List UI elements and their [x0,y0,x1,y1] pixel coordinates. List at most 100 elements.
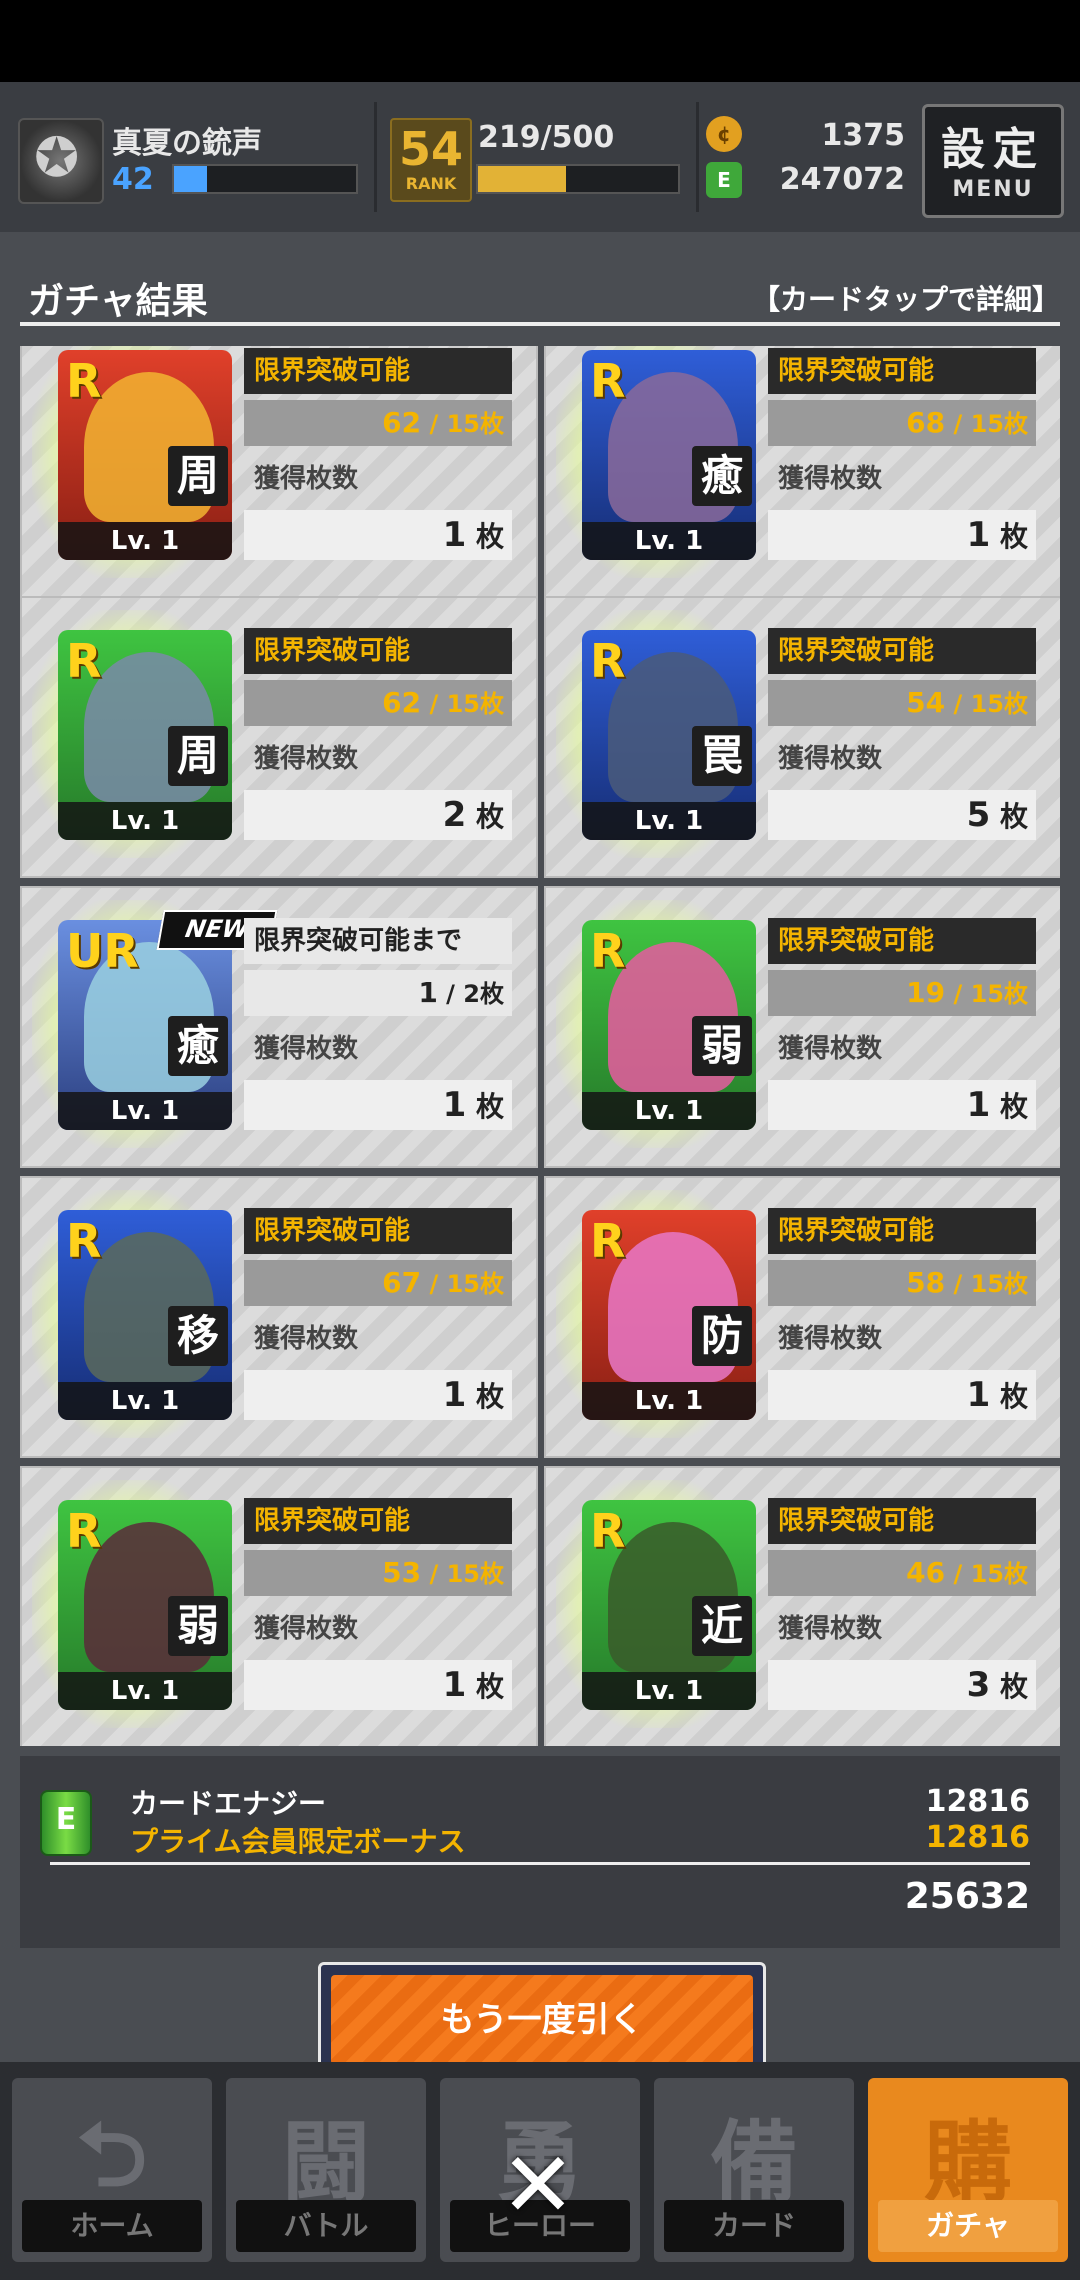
obtained-count: 1 枚 [768,510,1036,560]
card-thumbnail[interactable]: R 癒 Lv. 1 [582,350,756,560]
player-name: 真夏の銃声 [112,126,262,161]
card-thumbnail[interactable]: R 周 Lv. 1 [58,630,232,840]
card-thumbnail[interactable]: UR 癒 Lv. 1 [58,920,232,1130]
card-level: Lv. 1 [582,802,756,840]
obtained-count-label: 獲得枚数 [254,1614,359,1644]
rarity-badge: R [66,634,102,688]
close-icon[interactable]: ✕ [496,2141,580,2231]
limit-break-count: 46 / 15枚 [768,1550,1036,1596]
obtained-count-label: 獲得枚数 [778,1614,883,1644]
energy-count: 247072 [779,162,905,197]
card-thumbnail[interactable]: R 罠 Lv. 1 [582,630,756,840]
player-level: 42 [112,162,154,197]
energy-total: 25632 [904,1876,1030,1917]
nav-tab-card[interactable]: 備 カード [654,2078,854,2262]
obtained-count-label: 獲得枚数 [778,464,883,494]
card-level: Lv. 1 [582,1672,756,1710]
gacha-card[interactable]: R 周 Lv. 1 限界突破可能 62 / 15枚 獲得枚数 1 枚 [20,346,538,598]
title-underline [20,322,1060,326]
obtained-count: 1 枚 [244,1660,512,1710]
gacha-card[interactable]: R 防 Lv. 1 限界突破可能 58 / 15枚 獲得枚数 1 枚 [544,1176,1060,1458]
nav-label: バトル [236,2200,416,2252]
gacha-card[interactable]: R 近 Lv. 1 限界突破可能 46 / 15枚 獲得枚数 3 枚 [544,1466,1060,1746]
card-result-grid: R 周 Lv. 1 限界突破可能 62 / 15枚 獲得枚数 1 枚 R 癒 L… [20,346,1060,1746]
card-level: Lv. 1 [58,1672,232,1710]
gacha-card[interactable]: R 周 Lv. 1 限界突破可能 62 / 15枚 獲得枚数 2 枚 [20,596,538,878]
nav-label: カード [664,2200,844,2252]
obtained-count: 1 枚 [768,1080,1036,1130]
limit-break-count: 68 / 15枚 [768,400,1036,446]
card-level: Lv. 1 [582,1382,756,1420]
prime-bonus-value: 12816 [925,1820,1030,1855]
card-level: Lv. 1 [58,1092,232,1130]
gacha-card[interactable]: R 癒 Lv. 1 限界突破可能 68 / 15枚 獲得枚数 1 枚 [544,346,1060,598]
card-energy-icon [40,1790,92,1856]
limit-break-label: 限界突破可能 [244,1208,512,1254]
card-thumbnail[interactable]: R 周 Lv. 1 [58,350,232,560]
card-level: Lv. 1 [58,1382,232,1420]
energy-icon: E [706,162,742,198]
rank-exp-text: 219/500 [478,120,615,155]
role-badge: 癒 [168,1016,228,1076]
role-badge: 移 [168,1306,228,1366]
limit-break-label: 限界突破可能 [244,348,512,394]
limit-break-count: 1 / 2枚 [244,970,512,1016]
obtained-count-label: 獲得枚数 [254,1034,359,1064]
menu-button[interactable]: 設定 MENU [922,104,1064,218]
gacha-card[interactable]: R 移 Lv. 1 限界突破可能 67 / 15枚 獲得枚数 1 枚 [20,1176,538,1458]
rarity-badge: R [66,1214,102,1268]
gacha-card[interactable]: R 弱 Lv. 1 限界突破可能 19 / 15枚 獲得枚数 1 枚 [544,886,1060,1168]
draw-again-button[interactable]: もう一度引く [318,1962,766,2078]
divider [374,102,377,212]
obtained-count-label: 獲得枚数 [254,464,359,494]
role-badge: 弱 [692,1016,752,1076]
player-avatar-icon[interactable] [18,118,104,204]
limit-break-count: 54 / 15枚 [768,680,1036,726]
obtained-count: 1 枚 [244,510,512,560]
panel-hint: 【カードタップで詳細】 [751,283,1060,316]
limit-break-count: 67 / 15枚 [244,1260,512,1306]
role-badge: 周 [168,726,228,786]
rarity-badge: R [590,634,626,688]
limit-break-label: 限界突破可能 [768,918,1036,964]
obtained-count-label: 獲得枚数 [778,1034,883,1064]
energy-divider [50,1862,1030,1865]
card-energy-value: 12816 [925,1784,1030,1819]
card-thumbnail[interactable]: R 防 Lv. 1 [582,1210,756,1420]
nav-label: ガチャ [878,2200,1058,2252]
gacha-card[interactable]: R 罠 Lv. 1 限界突破可能 54 / 15枚 獲得枚数 5 枚 [544,596,1060,878]
prime-bonus-label: プライム会員限定ボーナス [130,1825,466,1858]
nav-tab-battle[interactable]: 闘 バトル [226,2078,426,2262]
status-bar [0,0,1080,82]
rarity-badge: R [590,924,626,978]
limit-break-label: 限界突破可能 [244,1498,512,1544]
card-thumbnail[interactable]: R 近 Lv. 1 [582,1500,756,1710]
limit-break-label: 限界突破可能 [768,628,1036,674]
obtained-count-label: 獲得枚数 [254,1324,359,1354]
limit-break-count: 62 / 15枚 [244,680,512,726]
gacha-card[interactable]: UR 癒 Lv. 1 NEW 限界突破可能まで 1 / 2枚 獲得枚数 1 枚 [20,886,538,1168]
coin-icon: ¢ [706,116,742,152]
nav-tab-gacha[interactable]: 購 ガチャ [868,2078,1068,2262]
role-badge: 弱 [168,1596,228,1656]
limit-break-label: 限界突破可能 [768,1208,1036,1254]
obtained-count-label: 獲得枚数 [778,744,883,774]
obtained-count: 5 枚 [768,790,1036,840]
card-level: Lv. 1 [58,522,232,560]
rarity-badge: UR [66,924,139,978]
panel-title: ガチャ結果 [28,281,208,322]
nav-label: ホーム [22,2200,202,2252]
limit-break-label: 限界突破可能 [244,628,512,674]
obtained-count: 2 枚 [244,790,512,840]
gacha-card[interactable]: R 弱 Lv. 1 限界突破可能 53 / 15枚 獲得枚数 1 枚 [20,1466,538,1746]
card-thumbnail[interactable]: R 弱 Lv. 1 [58,1500,232,1710]
rarity-badge: R [66,354,102,408]
nav-tab-home[interactable]: ⮌ ホーム [12,2078,212,2262]
role-badge: 周 [168,446,228,506]
role-badge: 癒 [692,446,752,506]
card-thumbnail[interactable]: R 弱 Lv. 1 [582,920,756,1130]
card-thumbnail[interactable]: R 移 Lv. 1 [58,1210,232,1420]
card-level: Lv. 1 [58,802,232,840]
rarity-badge: R [590,354,626,408]
role-badge: 近 [692,1596,752,1656]
